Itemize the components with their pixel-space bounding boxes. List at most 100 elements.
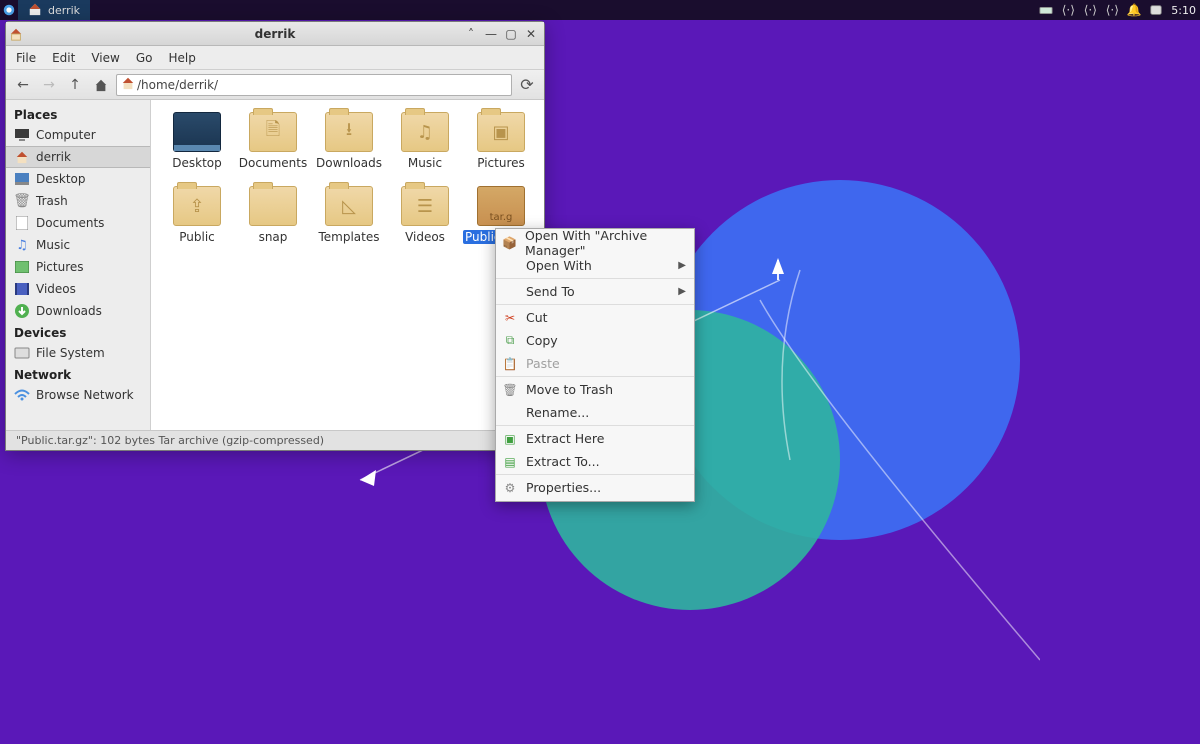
copy-icon: ⧉ xyxy=(502,333,518,349)
file-documents[interactable]: 🗎Documents xyxy=(235,112,311,170)
up-button[interactable]: ↑ xyxy=(64,74,86,96)
computer-icon xyxy=(14,127,30,143)
scissors-icon: ✂ xyxy=(502,310,518,326)
statusbar: "Public.tar.gz": 102 bytes Tar archive (… xyxy=(6,430,544,450)
ctx-move-to-trash[interactable]: 🗑 Move to Trash xyxy=(496,378,694,401)
drive-icon[interactable] xyxy=(1037,1,1055,19)
menu-view[interactable]: View xyxy=(91,51,119,65)
file-pictures[interactable]: ▣Pictures xyxy=(463,112,539,170)
taskbar: derrik ⟨·⟩ ⟨·⟩ ⟨·⟩ 🔔 5:10 xyxy=(0,0,1200,20)
status-text: "Public.tar.gz": 102 bytes Tar archive (… xyxy=(16,434,324,447)
path-input[interactable]: /home/derrik/ xyxy=(116,74,512,96)
sidebar-item-file-system[interactable]: File System xyxy=(6,342,150,364)
ctx-extract-here[interactable]: ▣ Extract Here xyxy=(496,427,694,450)
home-icon xyxy=(6,27,26,41)
notifications-icon[interactable]: 🔔 xyxy=(1125,1,1143,19)
sidebar-item-browse-network[interactable]: Browse Network xyxy=(6,384,150,406)
file-templates[interactable]: ◺Templates xyxy=(311,186,387,244)
download-icon xyxy=(14,303,30,319)
network-icon-3[interactable]: ⟨·⟩ xyxy=(1103,1,1121,19)
home-icon xyxy=(14,149,30,165)
gear-icon: ⚙ xyxy=(502,480,518,496)
sidebar-item-computer[interactable]: Computer xyxy=(6,124,150,146)
file-downloads[interactable]: ⭳Downloads xyxy=(311,112,387,170)
disk-icon xyxy=(14,345,30,361)
back-button[interactable]: ← xyxy=(12,74,34,96)
file-public[interactable]: ⇪Public xyxy=(159,186,235,244)
extract-icon: ▣ xyxy=(502,431,518,447)
folder-icon: ◺ xyxy=(325,186,373,226)
menu-go[interactable]: Go xyxy=(136,51,153,65)
window-maximize-button[interactable]: ▢ xyxy=(504,27,518,41)
sidebar-item-videos[interactable]: Videos xyxy=(6,278,150,300)
folder-icon xyxy=(249,186,297,226)
sidebar-item-documents[interactable]: Documents xyxy=(6,212,150,234)
network-icon-2[interactable]: ⟨·⟩ xyxy=(1081,1,1099,19)
home-button[interactable] xyxy=(90,74,112,96)
ctx-rename[interactable]: Rename... xyxy=(496,401,694,424)
taskbar-window-label: derrik xyxy=(48,4,80,17)
chevron-right-icon: ▶ xyxy=(678,286,686,297)
window-close-button[interactable]: ✕ xyxy=(524,27,538,41)
folder-icon: ♫ xyxy=(401,112,449,152)
folder-icon: ⇪ xyxy=(173,186,221,226)
ctx-cut[interactable]: ✂ Cut xyxy=(496,306,694,329)
file-desktop[interactable]: Desktop xyxy=(159,112,235,170)
pictures-icon xyxy=(14,259,30,275)
taskbar-window-button[interactable]: derrik xyxy=(18,0,90,20)
sidebar-item-pictures[interactable]: Pictures xyxy=(6,256,150,278)
window-minimize-button[interactable]: — xyxy=(484,27,498,41)
paste-icon: 📋 xyxy=(502,356,518,372)
home-icon xyxy=(119,76,137,93)
folder-icon: ▣ xyxy=(477,112,525,152)
sidebar-item-desktop[interactable]: Desktop xyxy=(6,168,150,190)
menu-help[interactable]: Help xyxy=(168,51,195,65)
chevron-right-icon: ▶ xyxy=(678,260,686,271)
folder-icon: ☰ xyxy=(401,186,449,226)
sidebar-item-music[interactable]: ♫Music xyxy=(6,234,150,256)
file-snap[interactable]: snap xyxy=(235,186,311,244)
ctx-properties[interactable]: ⚙ Properties... xyxy=(496,476,694,499)
sidebar-heading-network: Network xyxy=(6,364,150,384)
ctx-copy[interactable]: ⧉ Copy xyxy=(496,329,694,352)
sidebar-item-downloads[interactable]: Downloads xyxy=(6,300,150,322)
folder-icon: 🗎 xyxy=(249,112,297,152)
ctx-open-with-app[interactable]: 📦 Open With "Archive Manager" xyxy=(496,231,694,254)
ctx-send-to[interactable]: Send To ▶ xyxy=(496,280,694,303)
music-icon: ♫ xyxy=(14,237,30,253)
videos-icon xyxy=(14,281,30,297)
folder-icon xyxy=(173,112,221,152)
menu-file[interactable]: File xyxy=(16,51,36,65)
sidebar: Places ComputerderrikDesktop🗑TrashDocume… xyxy=(6,100,151,430)
folder-icon: ⭳ xyxy=(325,112,373,152)
doc-icon xyxy=(14,215,30,231)
home-icon xyxy=(28,2,42,19)
trash-icon: 🗑 xyxy=(502,382,518,398)
toolbar: ← → ↑ /home/derrik/ ⟳ xyxy=(6,70,544,100)
power-icon[interactable] xyxy=(1147,1,1165,19)
ctx-paste: 📋 Paste xyxy=(496,352,694,375)
desktop-icon xyxy=(14,171,30,187)
system-tray: ⟨·⟩ ⟨·⟩ ⟨·⟩ 🔔 5:10 xyxy=(1037,1,1200,19)
app-menu-icon[interactable] xyxy=(0,1,18,19)
window-titlebar[interactable]: derrik ˄ — ▢ ✕ xyxy=(6,22,544,46)
extract-to-icon: ▤ xyxy=(502,454,518,470)
file-view[interactable]: Desktop🗎Documents⭳Downloads♫Music▣Pictur… xyxy=(151,100,544,430)
menu-edit[interactable]: Edit xyxy=(52,51,75,65)
network-icon[interactable]: ⟨·⟩ xyxy=(1059,1,1077,19)
file-videos[interactable]: ☰Videos xyxy=(387,186,463,244)
folder-icon: tar.g xyxy=(477,186,525,226)
clock[interactable]: 5:10 xyxy=(1169,4,1198,17)
path-text: /home/derrik/ xyxy=(137,78,218,92)
ctx-extract-to[interactable]: ▤ Extract To... xyxy=(496,450,694,473)
sidebar-item-derrik[interactable]: derrik xyxy=(6,146,150,168)
file-manager-window: derrik ˄ — ▢ ✕ File Edit View Go Help ← … xyxy=(5,21,545,451)
window-roll-button[interactable]: ˄ xyxy=(464,27,478,41)
context-menu: 📦 Open With "Archive Manager" Open With … xyxy=(495,228,695,502)
forward-button[interactable]: → xyxy=(38,74,60,96)
menubar: File Edit View Go Help xyxy=(6,46,544,70)
refresh-button[interactable]: ⟳ xyxy=(516,74,538,96)
file-music[interactable]: ♫Music xyxy=(387,112,463,170)
trash-icon: 🗑 xyxy=(14,193,30,209)
sidebar-item-trash[interactable]: 🗑Trash xyxy=(6,190,150,212)
